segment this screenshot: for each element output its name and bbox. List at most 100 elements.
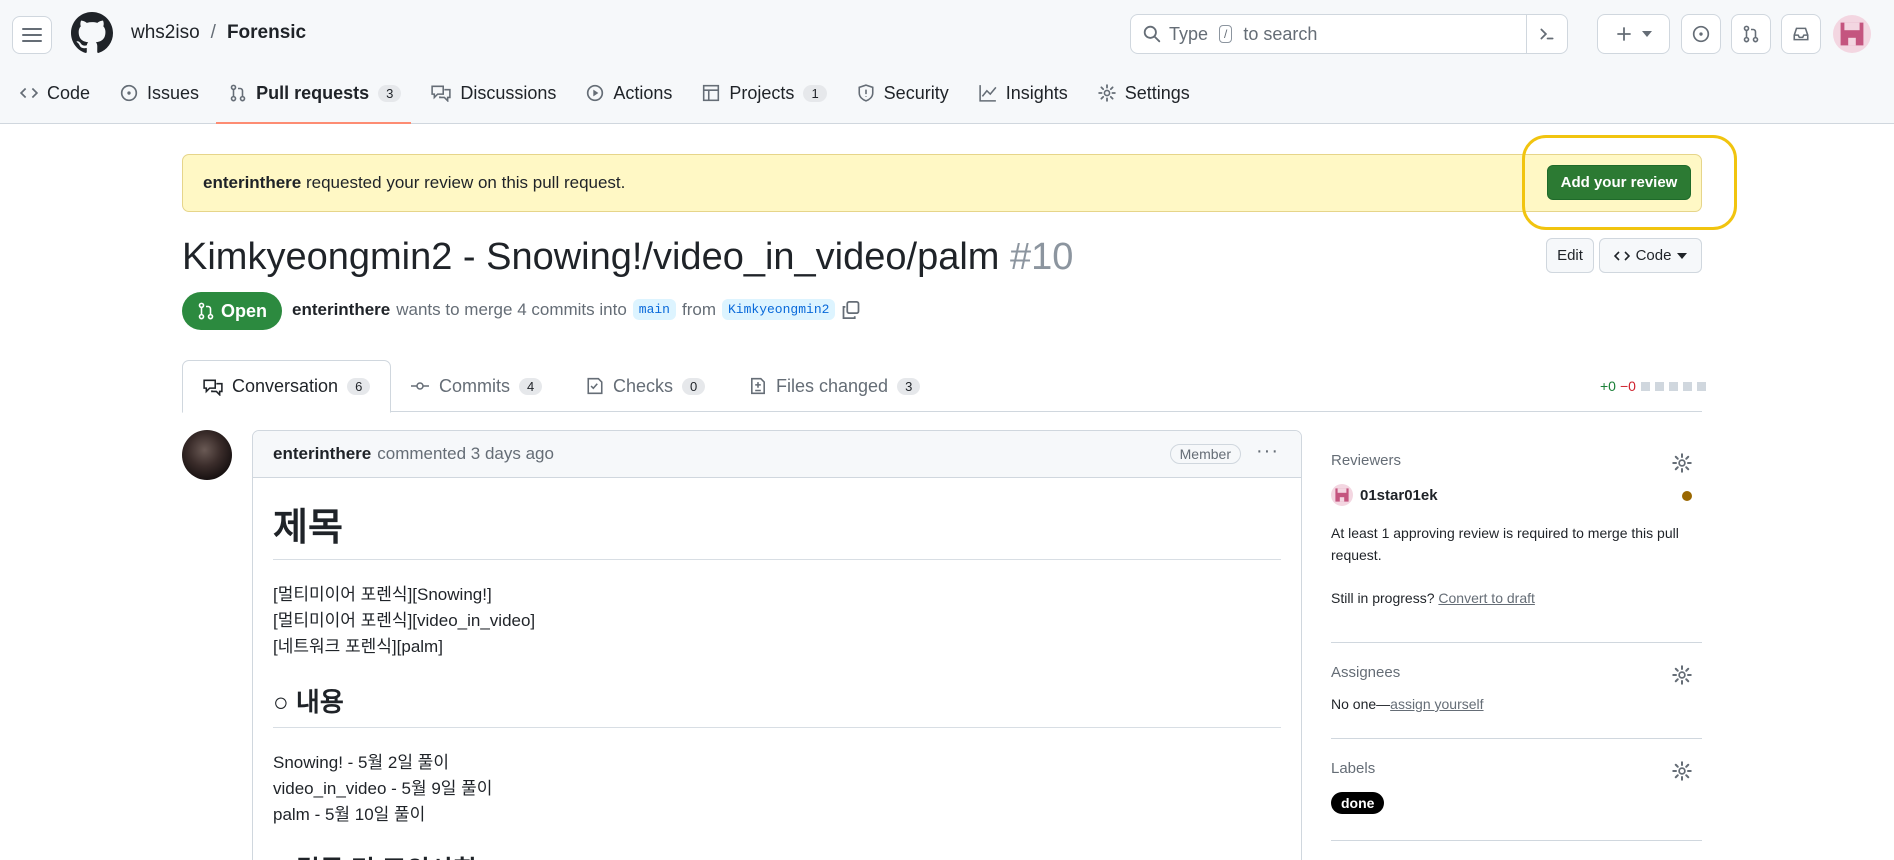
kebab-horizontal-icon[interactable]: ··· [1256, 440, 1279, 463]
nav-code[interactable]: Code [20, 78, 90, 108]
comment-heading-3: ○ 결론 및 주의사항 [273, 850, 1281, 860]
commenter-avatar[interactable] [182, 430, 232, 480]
user-avatar[interactable] [1833, 15, 1871, 53]
comment-paragraph-2: Snowing! - 5월 2일 풀이 video_in_video - 5월 … [273, 750, 1281, 828]
diff-deletions: −0 [1619, 378, 1636, 394]
comment-line: palm - 5월 10일 풀이 [273, 805, 426, 824]
repo-owner-link[interactable]: whs2iso [131, 22, 200, 44]
breadcrumb-separator: / [210, 22, 216, 43]
triangle-down-icon [1677, 252, 1688, 259]
nav-code-label: Code [47, 82, 91, 103]
pull-request-icon [230, 84, 246, 102]
status-label: Open [220, 300, 267, 321]
comment-timestamp[interactable]: commented 3 days ago [377, 444, 554, 464]
nav-insights[interactable]: Insights [979, 78, 1068, 108]
tab-conversation[interactable]: Conversation 6 [182, 360, 392, 413]
nav-actions[interactable]: Actions [586, 78, 672, 108]
banner-text: requested your review on this pull reque… [305, 173, 626, 192]
comment-discussion-icon [203, 379, 223, 396]
tab-files-changed-count: 3 [897, 377, 921, 395]
menu-button[interactable] [12, 16, 52, 54]
assignees-value: No one—assign yourself [1331, 696, 1484, 712]
nav-projects-label: Projects [729, 82, 795, 103]
pr-author-link[interactable]: enterinthere [292, 300, 390, 320]
labels-heading: Labels [1331, 760, 1376, 777]
nav-issues[interactable]: Issues [120, 78, 199, 108]
github-logo[interactable] [71, 12, 113, 54]
sidebar-divider [1331, 642, 1702, 643]
merge-text: wants to merge 4 commits into [396, 299, 627, 319]
draft-prompt-text: Still in progress? [1331, 590, 1435, 606]
search-input[interactable]: Type / to search [1130, 14, 1568, 54]
edit-title-button[interactable]: Edit [1546, 238, 1594, 273]
nav-settings[interactable]: Settings [1097, 78, 1190, 108]
base-branch[interactable]: main [632, 299, 676, 320]
reviewer-avatar [1331, 484, 1353, 506]
create-new-button[interactable] [1597, 14, 1670, 54]
no-assignee-text: No one— [1331, 696, 1391, 712]
review-requirement-note: At least 1 approving review is required … [1331, 525, 1679, 563]
gear-icon[interactable] [1672, 761, 1692, 781]
sidebar-assignees: Assignees No one—assign yourself [1331, 664, 1702, 714]
assign-yourself-link[interactable]: assign yourself [1390, 696, 1483, 712]
status-badge: Open [182, 292, 282, 330]
table-icon [703, 84, 720, 102]
github-icon [71, 12, 113, 53]
gear-icon[interactable] [1672, 453, 1692, 473]
tab-conversation-label: Conversation [232, 376, 339, 396]
repo-name-link[interactable]: Forensic [227, 22, 306, 44]
nav-pull-requests-label: Pull requests [256, 82, 370, 103]
code-button-label: Code [1635, 247, 1672, 264]
pr-merge-meta: enterinthere wants to merge 4 commits in… [292, 299, 861, 320]
search-shortcut-key: / [1219, 25, 1233, 43]
comment-author-link[interactable]: enterinthere [273, 444, 371, 464]
tab-conversation-count: 6 [347, 378, 371, 395]
nav-discussions[interactable]: Discussions [431, 78, 556, 108]
tab-checks[interactable]: Checks 0 [586, 360, 706, 412]
convert-to-draft-link[interactable]: Convert to draft [1438, 590, 1535, 606]
tab-files-changed[interactable]: Files changed 3 [749, 360, 921, 412]
tab-files-changed-label: Files changed [776, 375, 889, 396]
comment-line: [멀티미이어 포렌식][video_in_video] [273, 611, 536, 630]
page-title: Kimkyeongmin2 - Snowing!/video_in_video/… [182, 236, 1073, 279]
diff-block [1682, 381, 1692, 391]
top-bar: whs2iso / Forensic Type / to search Code I… [0, 0, 1894, 124]
issues-button[interactable] [1681, 14, 1721, 54]
head-branch[interactable]: Kimkyeongmin2 [722, 299, 836, 320]
shield-icon [858, 84, 874, 102]
label-done[interactable]: done [1331, 792, 1385, 814]
diff-additions: +0 [1600, 378, 1616, 394]
projects-count: 1 [803, 84, 827, 102]
diff-block [1654, 381, 1664, 391]
tab-commits[interactable]: Commits 4 [410, 360, 543, 412]
inbox-button[interactable] [1781, 14, 1821, 54]
git-commit-icon [411, 382, 429, 390]
pull-requests-button[interactable] [1731, 14, 1771, 54]
comment-paragraph-1: [멀티미이어 포렌식][Snowing!] [멀티미이어 포렌식][video_… [273, 582, 1281, 660]
nav-projects[interactable]: Projects 1 [702, 78, 827, 108]
highlight-annotation [1522, 135, 1737, 230]
tab-checks-count: 0 [682, 377, 706, 395]
pr-title-text: Kimkyeongmin2 - Snowing!/video_in_video/… [182, 236, 1000, 278]
comment-line: Snowing! - 5월 2일 풀이 [273, 753, 449, 772]
nav-security[interactable]: Security [857, 78, 949, 108]
pull-request-icon [198, 302, 214, 320]
banner-user[interactable]: enterinthere [203, 173, 301, 193]
nav-issues-label: Issues [147, 82, 200, 103]
nav-security-label: Security [883, 82, 949, 103]
nav-pull-requests[interactable]: Pull requests 3 [216, 78, 412, 124]
reviewer-item[interactable]: 01star01ek [1331, 484, 1438, 506]
tab-commits-label: Commits [439, 375, 510, 396]
pr-tabs: Conversation 6 Commits 4 Checks 0 Files … [182, 360, 1702, 413]
copy-icon[interactable] [841, 300, 861, 320]
command-palette-icon[interactable] [1538, 25, 1556, 43]
file-diff-icon [751, 377, 765, 395]
issue-icon [120, 84, 138, 102]
pr-number: #10 [1010, 236, 1074, 278]
assignees-heading: Assignees [1331, 664, 1401, 681]
sidebar-divider [1331, 738, 1702, 739]
gear-icon[interactable] [1672, 665, 1692, 685]
nav-actions-label: Actions [613, 82, 673, 103]
code-dropdown-button[interactable]: Code [1599, 238, 1702, 273]
pull-requests-count: 3 [378, 84, 402, 102]
